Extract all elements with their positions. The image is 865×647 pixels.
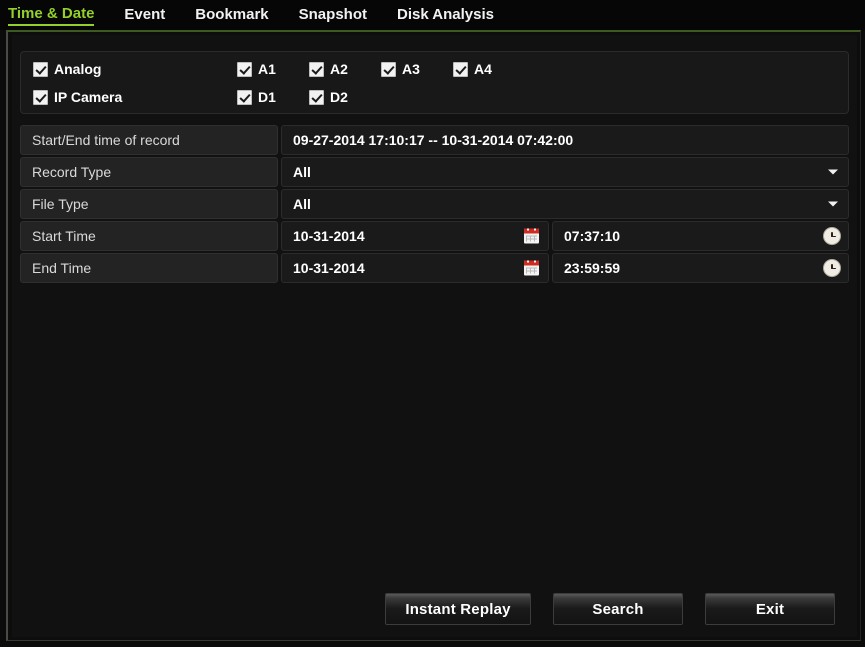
checkbox-analog-group[interactable]: Analog — [33, 55, 101, 83]
chevron-down-icon[interactable] — [828, 201, 838, 207]
checkbox-label: A3 — [402, 61, 420, 77]
row-record-range: Start/End time of record 09-27-2014 17:1… — [20, 125, 849, 155]
row-file-type: File Type All — [20, 189, 849, 219]
checkbox-box-icon — [33, 89, 48, 105]
search-panel-inner: Analog A1 A2 A3 A4 IP Camera D1 D2 Start… — [12, 35, 857, 637]
calendar-icon-header — [524, 228, 539, 234]
end-clock-field[interactable]: 23:59:59 — [552, 253, 849, 283]
checkbox-box-icon — [237, 61, 252, 77]
tab-bar: Time & Date Event Bookmark Snapshot Disk… — [0, 0, 865, 30]
record-range-label: Start/End time of record — [20, 125, 278, 155]
clock-icon[interactable] — [824, 260, 840, 276]
checkbox-ip-camera-group[interactable]: IP Camera — [33, 83, 122, 111]
checkbox-label: A2 — [330, 61, 348, 77]
calendar-icon-grid — [526, 267, 537, 274]
checkbox-box-icon — [309, 61, 324, 77]
calendar-icon[interactable] — [524, 228, 539, 244]
playback-search-window: Time & Date Event Bookmark Snapshot Disk… — [0, 0, 865, 647]
checkbox-box-icon — [237, 89, 252, 105]
checkbox-label: D2 — [330, 89, 348, 105]
checkbox-box-icon — [33, 61, 48, 77]
record-type-select[interactable]: All — [281, 157, 849, 187]
record-type-label: Record Type — [20, 157, 278, 187]
checkbox-label: IP Camera — [54, 89, 123, 105]
checkbox-channel-d1[interactable]: D1 — [237, 83, 276, 111]
checkbox-channel-a4[interactable]: A4 — [453, 55, 492, 83]
end-clock-value: 23:59:59 — [564, 260, 621, 276]
tab-disk-analysis[interactable]: Disk Analysis — [397, 6, 494, 25]
start-time-label: Start Time — [20, 221, 278, 251]
search-panel: Analog A1 A2 A3 A4 IP Camera D1 D2 Start… — [6, 30, 861, 641]
camera-selection-block: Analog A1 A2 A3 A4 IP Camera D1 D2 — [20, 51, 849, 114]
record-type-value: All — [293, 164, 311, 180]
tab-event[interactable]: Event — [124, 6, 165, 25]
calendar-icon-header — [524, 260, 539, 266]
start-clock-value: 07:37:10 — [564, 228, 621, 244]
button-bar: Instant Replay Search Exit — [12, 593, 857, 625]
search-form: Start/End time of record 09-27-2014 17:1… — [20, 125, 849, 285]
checkbox-box-icon — [453, 61, 468, 77]
record-range-value: 09-27-2014 17:10:17 -- 10-31-2014 07:42:… — [281, 125, 849, 155]
chevron-down-icon[interactable] — [828, 169, 838, 175]
row-record-type: Record Type All — [20, 157, 849, 187]
checkbox-channel-a3[interactable]: A3 — [381, 55, 420, 83]
tab-bookmark[interactable]: Bookmark — [195, 6, 268, 25]
row-start-time: Start Time 10-31-2014 07:37:10 — [20, 221, 849, 251]
analog-camera-row: Analog A1 A2 A3 A4 — [21, 55, 848, 83]
checkbox-label: Analog — [54, 61, 102, 77]
end-time-label: End Time — [20, 253, 278, 283]
search-button[interactable]: Search — [553, 593, 683, 625]
tab-snapshot[interactable]: Snapshot — [299, 6, 367, 25]
exit-button[interactable]: Exit — [705, 593, 835, 625]
checkbox-label: A1 — [258, 61, 276, 77]
end-date-field[interactable]: 10-31-2014 — [281, 253, 549, 283]
calendar-icon[interactable] — [524, 260, 539, 276]
checkbox-channel-d2[interactable]: D2 — [309, 83, 348, 111]
end-date-value: 10-31-2014 — [293, 260, 365, 276]
checkbox-label: A4 — [474, 61, 492, 77]
ip-camera-row: IP Camera D1 D2 — [21, 83, 848, 111]
file-type-label: File Type — [20, 189, 278, 219]
tab-time-and-date[interactable]: Time & Date — [8, 5, 95, 26]
checkbox-box-icon — [381, 61, 396, 77]
start-date-value: 10-31-2014 — [293, 228, 365, 244]
row-end-time: End Time 10-31-2014 23:59:59 — [20, 253, 849, 283]
checkbox-label: D1 — [258, 89, 276, 105]
start-date-field[interactable]: 10-31-2014 — [281, 221, 549, 251]
file-type-value: All — [293, 196, 311, 212]
calendar-icon-grid — [526, 235, 537, 242]
checkbox-box-icon — [309, 89, 324, 105]
instant-replay-button[interactable]: Instant Replay — [385, 593, 531, 625]
start-clock-field[interactable]: 07:37:10 — [552, 221, 849, 251]
clock-icon[interactable] — [824, 228, 840, 244]
checkbox-channel-a1[interactable]: A1 — [237, 55, 276, 83]
checkbox-channel-a2[interactable]: A2 — [309, 55, 348, 83]
file-type-select[interactable]: All — [281, 189, 849, 219]
